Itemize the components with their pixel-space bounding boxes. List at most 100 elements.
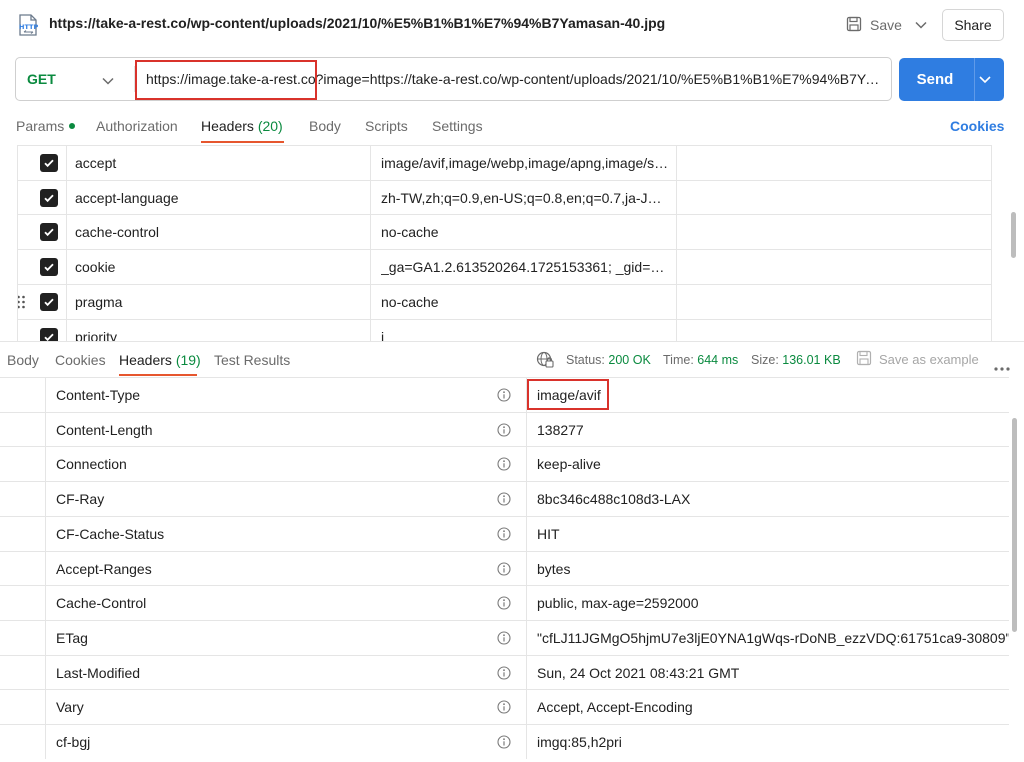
request-header-row[interactable]: cookie _ga=GA1.2.613520264.1725153361; _g… — [18, 249, 991, 284]
more-options-icon[interactable] — [994, 358, 1010, 374]
info-icon[interactable] — [497, 596, 511, 613]
response-header-row: CF-Ray 8bc346c488c108d3-LAX — [0, 481, 1009, 516]
request-header-key[interactable]: accept-language — [66, 181, 370, 215]
method-chevron-down-icon[interactable] — [102, 72, 114, 88]
response-header-value: public, max-age=2592000 — [526, 586, 1009, 620]
resp-tab-test-results[interactable]: Test Results — [214, 352, 290, 368]
request-header-description[interactable] — [676, 215, 991, 249]
resp-tab-headers-label: Headers — [119, 352, 172, 368]
response-header-value: keep-alive — [526, 447, 1009, 481]
status-readout[interactable]: Status: 200 OK — [566, 353, 651, 367]
tab-authorization[interactable]: Authorization — [96, 118, 178, 134]
response-header-key-cell: Content-Type — [45, 378, 526, 412]
active-tab-indicator — [201, 141, 284, 143]
header-enabled-checkbox[interactable] — [40, 258, 58, 276]
resp-tab-body[interactable]: Body — [7, 352, 39, 368]
header-enabled-checkbox[interactable] — [40, 154, 58, 172]
row-gutter — [0, 447, 45, 481]
save-options-chevron-icon[interactable] — [910, 14, 932, 36]
request-header-value-cell[interactable]: i — [370, 320, 676, 341]
row-checkbox-cell — [18, 146, 66, 180]
info-icon[interactable] — [497, 735, 511, 752]
method-select[interactable]: GET — [16, 58, 134, 100]
network-globe-icon[interactable] — [536, 351, 554, 372]
share-button[interactable]: Share — [942, 9, 1004, 41]
row-checkbox-cell — [18, 285, 66, 319]
request-header-key[interactable]: priority — [66, 320, 370, 341]
time-readout[interactable]: Time: 644 ms — [663, 353, 738, 367]
response-header-value: "cfLJ11JGMgO5hjmU7e3ljE0YNA1gWqs-rDoNB_e… — [526, 621, 1009, 655]
request-scrollbar[interactable] — [1011, 212, 1016, 258]
send-options-chevron-icon[interactable] — [978, 71, 992, 90]
url-bar: GET https://image.take-a-rest.co?image=h… — [15, 57, 892, 101]
tab-body[interactable]: Body — [309, 118, 341, 134]
info-icon[interactable] — [497, 562, 511, 579]
time-label: Time: — [663, 353, 694, 367]
info-icon[interactable] — [497, 527, 511, 544]
save-button[interactable]: Save — [846, 14, 902, 36]
resp-tab-headers[interactable]: Headers (19) — [119, 352, 201, 368]
row-gutter — [0, 725, 45, 759]
row-gutter — [0, 621, 45, 655]
request-header-key[interactable]: pragma — [66, 285, 370, 319]
request-header-description[interactable] — [676, 320, 991, 341]
request-title[interactable]: https://take-a-rest.co/wp-content/upload… — [49, 15, 665, 31]
tab-params-label: Params — [16, 118, 65, 134]
request-header-description[interactable] — [676, 285, 991, 319]
save-as-example-button[interactable]: Save as example — [856, 350, 979, 369]
request-header-value-cell[interactable]: no-cache — [370, 285, 676, 319]
request-header-row[interactable]: accept image/avif,image/webp,image/apng,i… — [18, 145, 991, 180]
response-header-key: Cache-Control — [56, 595, 147, 611]
request-header-value: zh-TW,zh;q=0.9,en-US;q=0.8,en;q=0.7,ja-J… — [381, 190, 670, 206]
header-enabled-checkbox[interactable] — [40, 328, 58, 341]
response-header-key-cell: Connection — [45, 447, 526, 481]
request-header-value-cell[interactable]: image/avif,image/webp,image/apng,image/s… — [370, 146, 676, 180]
info-icon[interactable] — [497, 631, 511, 648]
request-header-value-cell[interactable]: no-cache — [370, 215, 676, 249]
info-icon[interactable] — [497, 492, 511, 509]
response-headers-table: Content-Type image/avif Content-Length 1382… — [0, 377, 1009, 762]
size-value: 136.01 KB — [782, 353, 841, 367]
resp-tab-cookies[interactable]: Cookies — [55, 352, 106, 368]
info-icon[interactable] — [497, 457, 511, 474]
header-enabled-checkbox[interactable] — [40, 293, 58, 311]
request-header-description[interactable] — [676, 146, 991, 180]
info-icon[interactable] — [497, 666, 511, 683]
row-checkbox-cell — [18, 181, 66, 215]
request-header-row[interactable]: cache-control no-cache — [18, 214, 991, 249]
cookies-link[interactable]: Cookies — [950, 118, 1004, 134]
response-header-key: Content-Type — [56, 387, 141, 403]
info-icon[interactable] — [497, 700, 511, 717]
send-button[interactable]: Send — [899, 58, 1004, 101]
response-header-key: cf-bgj — [56, 734, 91, 750]
response-header-row: Last-Modified Sun, 24 Oct 2021 08:43:21 G… — [0, 655, 1009, 690]
tab-settings[interactable]: Settings — [432, 118, 483, 134]
request-header-value-cell[interactable]: _ga=GA1.2.613520264.1725153361; _gid=GA1… — [370, 250, 676, 284]
tab-scripts[interactable]: Scripts — [365, 118, 408, 134]
header-enabled-checkbox[interactable] — [40, 189, 58, 207]
request-header-value-cell[interactable]: zh-TW,zh;q=0.9,en-US;q=0.8,en;q=0.7,ja-J… — [370, 181, 676, 215]
header-enabled-checkbox[interactable] — [40, 223, 58, 241]
tab-headers[interactable]: Headers (20) — [201, 118, 283, 134]
tab-params[interactable]: Params — [16, 118, 76, 134]
request-header-key[interactable]: accept — [66, 146, 370, 180]
request-header-row[interactable]: accept-language zh-TW,zh;q=0.9,en-US;q=0.… — [18, 180, 991, 215]
response-header-key-cell: CF-Cache-Status — [45, 517, 526, 551]
resp-tab-headers-count: (19) — [175, 352, 201, 368]
request-header-row[interactable]: priority i — [18, 319, 991, 341]
request-header-key[interactable]: cache-control — [66, 215, 370, 249]
request-header-description[interactable] — [676, 181, 991, 215]
method-label: GET — [27, 71, 56, 87]
request-header-row[interactable]: pragma no-cache — [18, 284, 991, 319]
info-icon[interactable] — [497, 423, 511, 440]
request-header-key[interactable]: cookie — [66, 250, 370, 284]
response-header-key: Last-Modified — [56, 665, 141, 681]
request-header-description[interactable] — [676, 250, 991, 284]
info-icon[interactable] — [497, 388, 511, 405]
url-input[interactable]: https://image.take-a-rest.co?image=https… — [146, 71, 884, 87]
row-gutter — [0, 413, 45, 447]
response-scrollbar[interactable] — [1012, 418, 1017, 632]
drag-handle-icon[interactable] — [18, 295, 26, 312]
row-gutter — [0, 378, 45, 412]
size-readout[interactable]: Size: 136.01 KB — [751, 353, 841, 367]
